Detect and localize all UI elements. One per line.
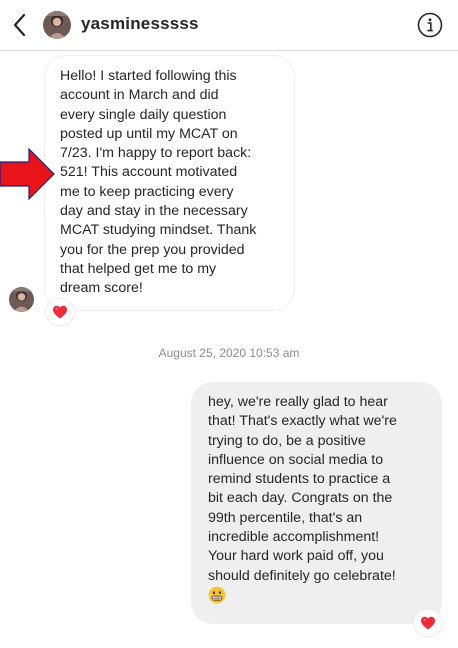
grimacing-smile-emoji	[208, 586, 226, 610]
avatar-photo	[43, 11, 71, 39]
annotation-arrow	[0, 147, 56, 201]
chat-header: yasminesssss	[0, 0, 458, 51]
received-message-bubble[interactable]: Hello! I started following this account …	[44, 55, 295, 311]
heart-icon	[53, 305, 67, 319]
info-icon	[417, 12, 443, 38]
header-avatar[interactable]	[43, 11, 71, 39]
emoji-icon	[208, 586, 226, 604]
arrow-right-icon	[0, 147, 55, 201]
dm-thread: yasminesssss Hello! I started following …	[0, 0, 458, 648]
sent-message-reaction[interactable]	[414, 610, 442, 636]
chevron-left-icon	[13, 13, 26, 37]
sent-message-bubble[interactable]: hey, we're really glad to hear that! Tha…	[191, 382, 442, 624]
heart-icon	[421, 616, 435, 630]
avatar-photo	[9, 287, 34, 312]
back-button[interactable]	[10, 12, 32, 38]
message-timestamp: August 25, 2020 10:53 am	[158, 346, 300, 360]
header-username[interactable]: yasminesssss	[81, 14, 199, 34]
sender-avatar[interactable]	[9, 287, 34, 312]
received-message-reaction[interactable]	[46, 299, 74, 325]
info-button[interactable]	[417, 12, 443, 38]
sent-message-text: hey, we're really glad to hear that! Tha…	[208, 394, 397, 584]
